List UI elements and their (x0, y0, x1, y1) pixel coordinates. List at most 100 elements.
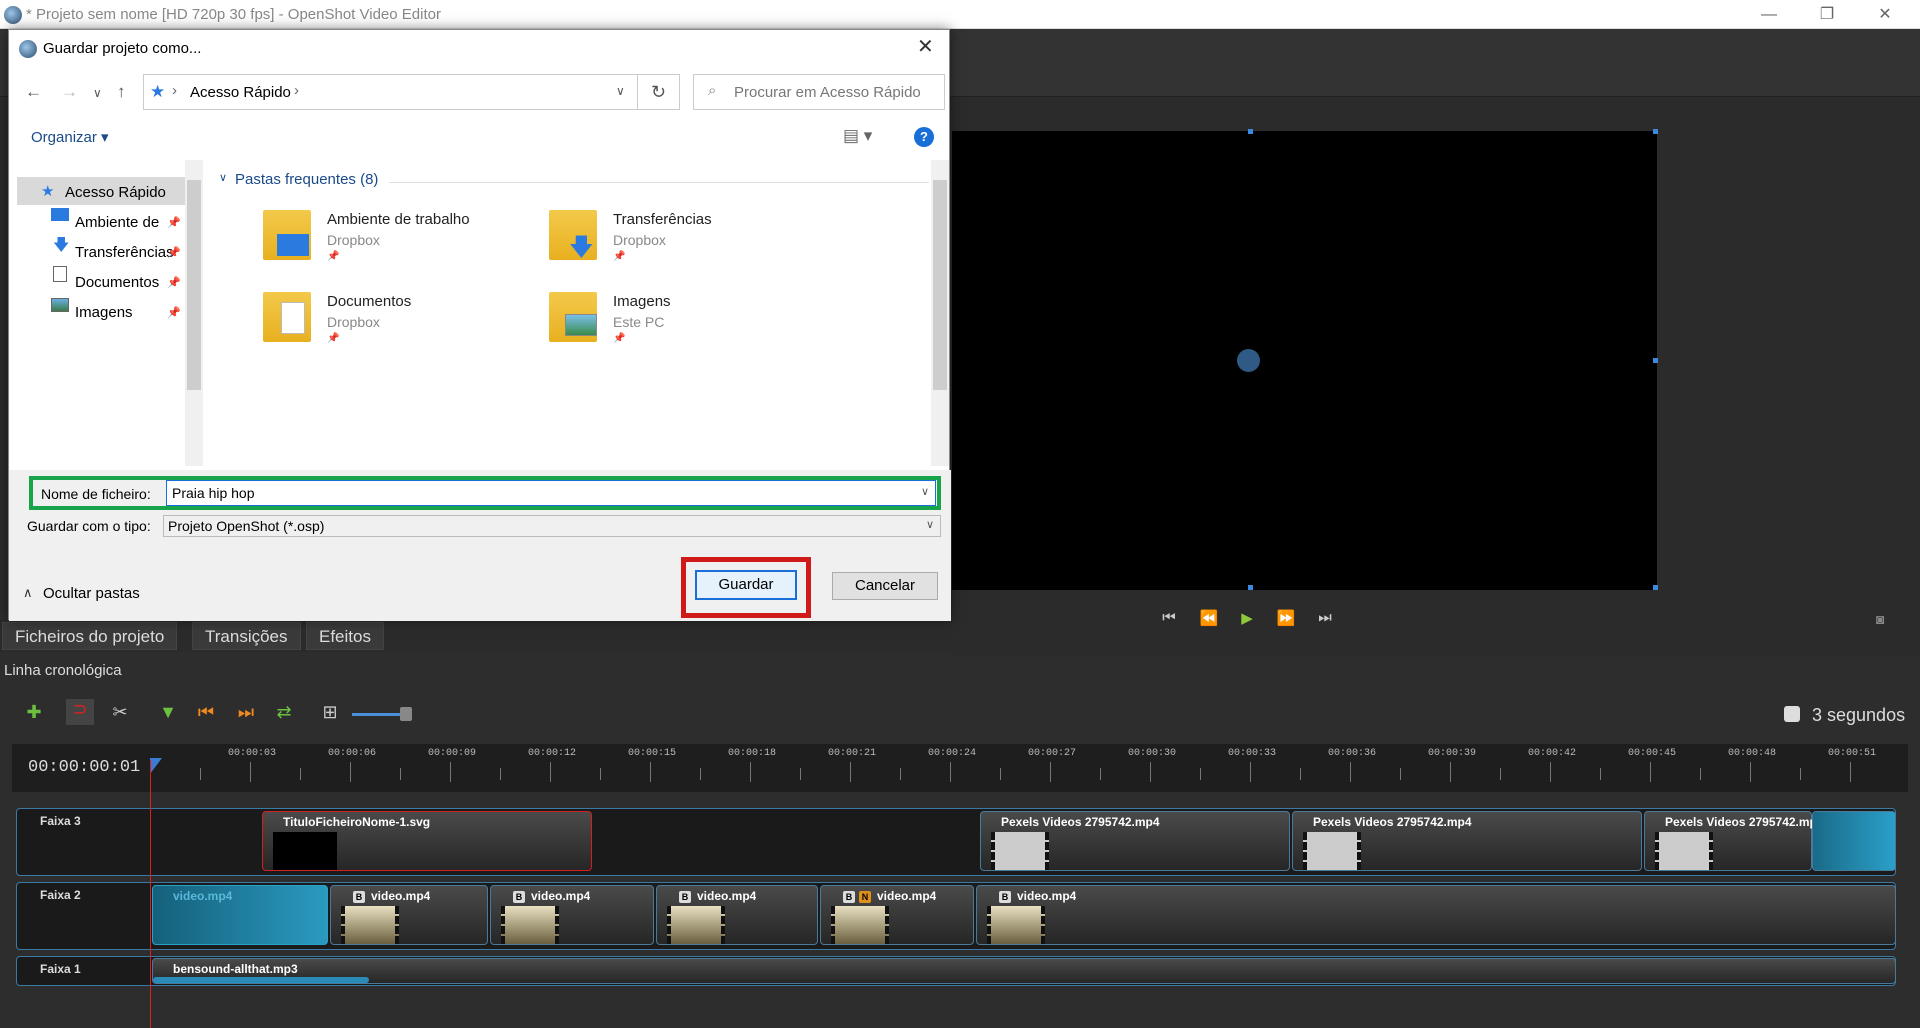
folder-name[interactable]: Documentos (327, 293, 411, 310)
nav-item-desktop[interactable]: Ambiente de (75, 214, 159, 231)
save-button[interactable]: Guardar (695, 570, 797, 600)
zoom-slider-track[interactable] (352, 713, 407, 716)
hide-folders-toggle[interactable]: Ocultar pastas (43, 585, 140, 602)
ruler-tick (650, 762, 651, 782)
folder-name[interactable]: Imagens (613, 293, 671, 310)
content-scrollbar-thumb[interactable] (933, 180, 947, 390)
filename-input[interactable]: Praia hip hop ∨ (166, 480, 936, 506)
nav-item-documents[interactable]: Documentos (75, 274, 159, 291)
fast-forward-icon[interactable]: ⏩ (1273, 609, 1299, 627)
pin-icon: 📌 (167, 277, 181, 289)
tab-project-files[interactable]: Ficheiros do projeto (2, 622, 178, 650)
ruler-minor-tick (1800, 768, 1801, 780)
rewind-icon[interactable]: ⏪ (1196, 609, 1222, 627)
minimize-button[interactable]: — (1746, 0, 1792, 29)
ruler-tick (1450, 762, 1451, 782)
restore-button[interactable]: ❐ (1804, 0, 1850, 29)
camera-icon[interactable]: ◙ (1876, 611, 1884, 627)
tab-effects[interactable]: Efeitos (306, 622, 384, 650)
transform-center-handle[interactable] (1237, 349, 1260, 372)
add-marker-icon[interactable]: ▼ (154, 702, 182, 723)
jump-start-icon[interactable]: ⏮ (1156, 609, 1182, 626)
search-input[interactable]: ⌕ Procurar em Acesso Rápido (693, 74, 945, 110)
nav-scrollbar-thumb[interactable] (187, 180, 201, 390)
view-options-icon[interactable]: ▤ ▾ (843, 126, 872, 146)
chevron-down-icon[interactable]: ∨ (219, 171, 227, 184)
forward-arrow-icon[interactable]: → (61, 82, 78, 102)
ruler-minor-tick (1700, 768, 1701, 780)
clip-video[interactable]: B N video.mp4 (820, 885, 974, 945)
clip-audio[interactable]: bensound-allthat.mp3 (152, 958, 1896, 984)
ruler-tick-label: 00:00:42 (1528, 748, 1577, 759)
transform-handle[interactable] (1248, 585, 1253, 590)
chevron-down-icon[interactable]: ∨ (616, 84, 625, 98)
clip-video[interactable]: B video.mp4 (976, 885, 1896, 945)
clip-title: Pexels Videos 2795742.mp4 (1665, 815, 1813, 829)
ruler-tick-label: 00:00:33 (1228, 748, 1277, 759)
tab-transitions[interactable]: Transições (192, 622, 301, 650)
ruler-tick-label: 00:00:48 (1728, 748, 1777, 759)
openshot-logo-icon (4, 6, 22, 24)
playhead-handle[interactable] (150, 758, 162, 774)
folder-name[interactable]: Transferências (613, 211, 712, 228)
organize-menu[interactable]: Organizar ▾ (31, 128, 109, 146)
play-icon[interactable]: ▶ (1234, 609, 1260, 627)
address-bar[interactable]: ★ › Acesso Rápido › ∨ (143, 74, 638, 110)
clip-title-svg[interactable]: TituloFicheiroNome-1.svg (262, 811, 592, 871)
clip-selected-transition[interactable] (1812, 811, 1896, 871)
transform-handle[interactable] (1653, 585, 1658, 590)
snap-magnet-icon[interactable]: ⊃ (66, 699, 94, 725)
ruler-minor-tick (1200, 768, 1201, 780)
next-marker-icon[interactable]: ⏭ (232, 702, 260, 723)
filetype-select[interactable]: Projeto OpenShot (*.osp) ∨ (163, 515, 941, 537)
ruler-tick (550, 762, 551, 782)
close-icon[interactable]: ✕ (917, 34, 934, 59)
back-arrow-icon[interactable]: ← (25, 82, 42, 102)
clip-video[interactable]: B video.mp4 (330, 885, 488, 945)
chevron-down-icon[interactable]: ∨ (926, 518, 934, 531)
clip-pexels-video[interactable]: Pexels Videos 2795742.mp4 (980, 811, 1290, 871)
zoom-slider-handle[interactable] (400, 707, 412, 721)
folder-location: Dropbox (613, 232, 666, 248)
folder-location: Dropbox (327, 314, 380, 330)
group-header[interactable]: Pastas frequentes (8) (235, 171, 378, 188)
clip-video-transition[interactable]: video.mp4 (152, 885, 328, 945)
clip-title: video.mp4 (1017, 889, 1077, 903)
up-arrow-icon[interactable]: ↑ (117, 82, 126, 102)
nav-item-downloads[interactable]: Transferências (75, 244, 174, 261)
chevron-down-icon[interactable]: ∨ (93, 86, 102, 100)
zoom-fit-icon[interactable]: ⊞ (316, 702, 344, 723)
chevron-up-icon[interactable]: ∧ (23, 585, 33, 601)
folder-name[interactable]: Ambiente de trabalho (327, 211, 470, 228)
add-track-icon[interactable]: ✚ (20, 702, 48, 723)
chevron-right-icon[interactable]: › (294, 82, 299, 99)
chevron-down-icon[interactable]: ∨ (921, 485, 929, 498)
video-preview[interactable] (952, 131, 1657, 590)
clip-video[interactable]: B video.mp4 (490, 885, 654, 945)
transform-handle[interactable] (1653, 129, 1658, 134)
clip-pexels-video[interactable]: Pexels Videos 2795742.mp4 (1644, 811, 1813, 871)
folder-location: Este PC (613, 314, 665, 330)
ruler-tick (1150, 762, 1151, 782)
jump-end-icon[interactable]: ⏭ (1312, 609, 1338, 626)
refresh-icon[interactable]: ↻ (638, 74, 680, 110)
close-window-button[interactable]: ✕ (1862, 0, 1908, 29)
transform-handle[interactable] (1248, 129, 1253, 134)
ruler-tick (1750, 762, 1751, 782)
clip-pexels-video[interactable]: Pexels Videos 2795742.mp4 (1292, 811, 1642, 871)
transform-handle[interactable] (1653, 358, 1658, 363)
ruler-minor-tick (700, 768, 701, 780)
nav-item-images[interactable]: Imagens (75, 304, 133, 321)
cancel-button[interactable]: Cancelar (832, 572, 938, 600)
clip-title: video.mp4 (173, 889, 233, 903)
previous-marker-icon[interactable]: ⏮ (192, 702, 220, 723)
ruler-minor-tick (800, 768, 801, 780)
center-playhead-icon[interactable]: ⇄ (270, 702, 298, 723)
razor-icon[interactable]: ✂ (106, 702, 134, 723)
search-placeholder: Procurar em Acesso Rápido (734, 84, 921, 101)
clip-thumbnail (341, 906, 399, 944)
clip-video[interactable]: B video.mp4 (656, 885, 818, 945)
help-icon[interactable]: ? (914, 127, 934, 147)
nav-item-quick-access[interactable]: Acesso Rápido (65, 184, 166, 201)
ruler-tick-label: 00:00:36 (1328, 748, 1377, 759)
